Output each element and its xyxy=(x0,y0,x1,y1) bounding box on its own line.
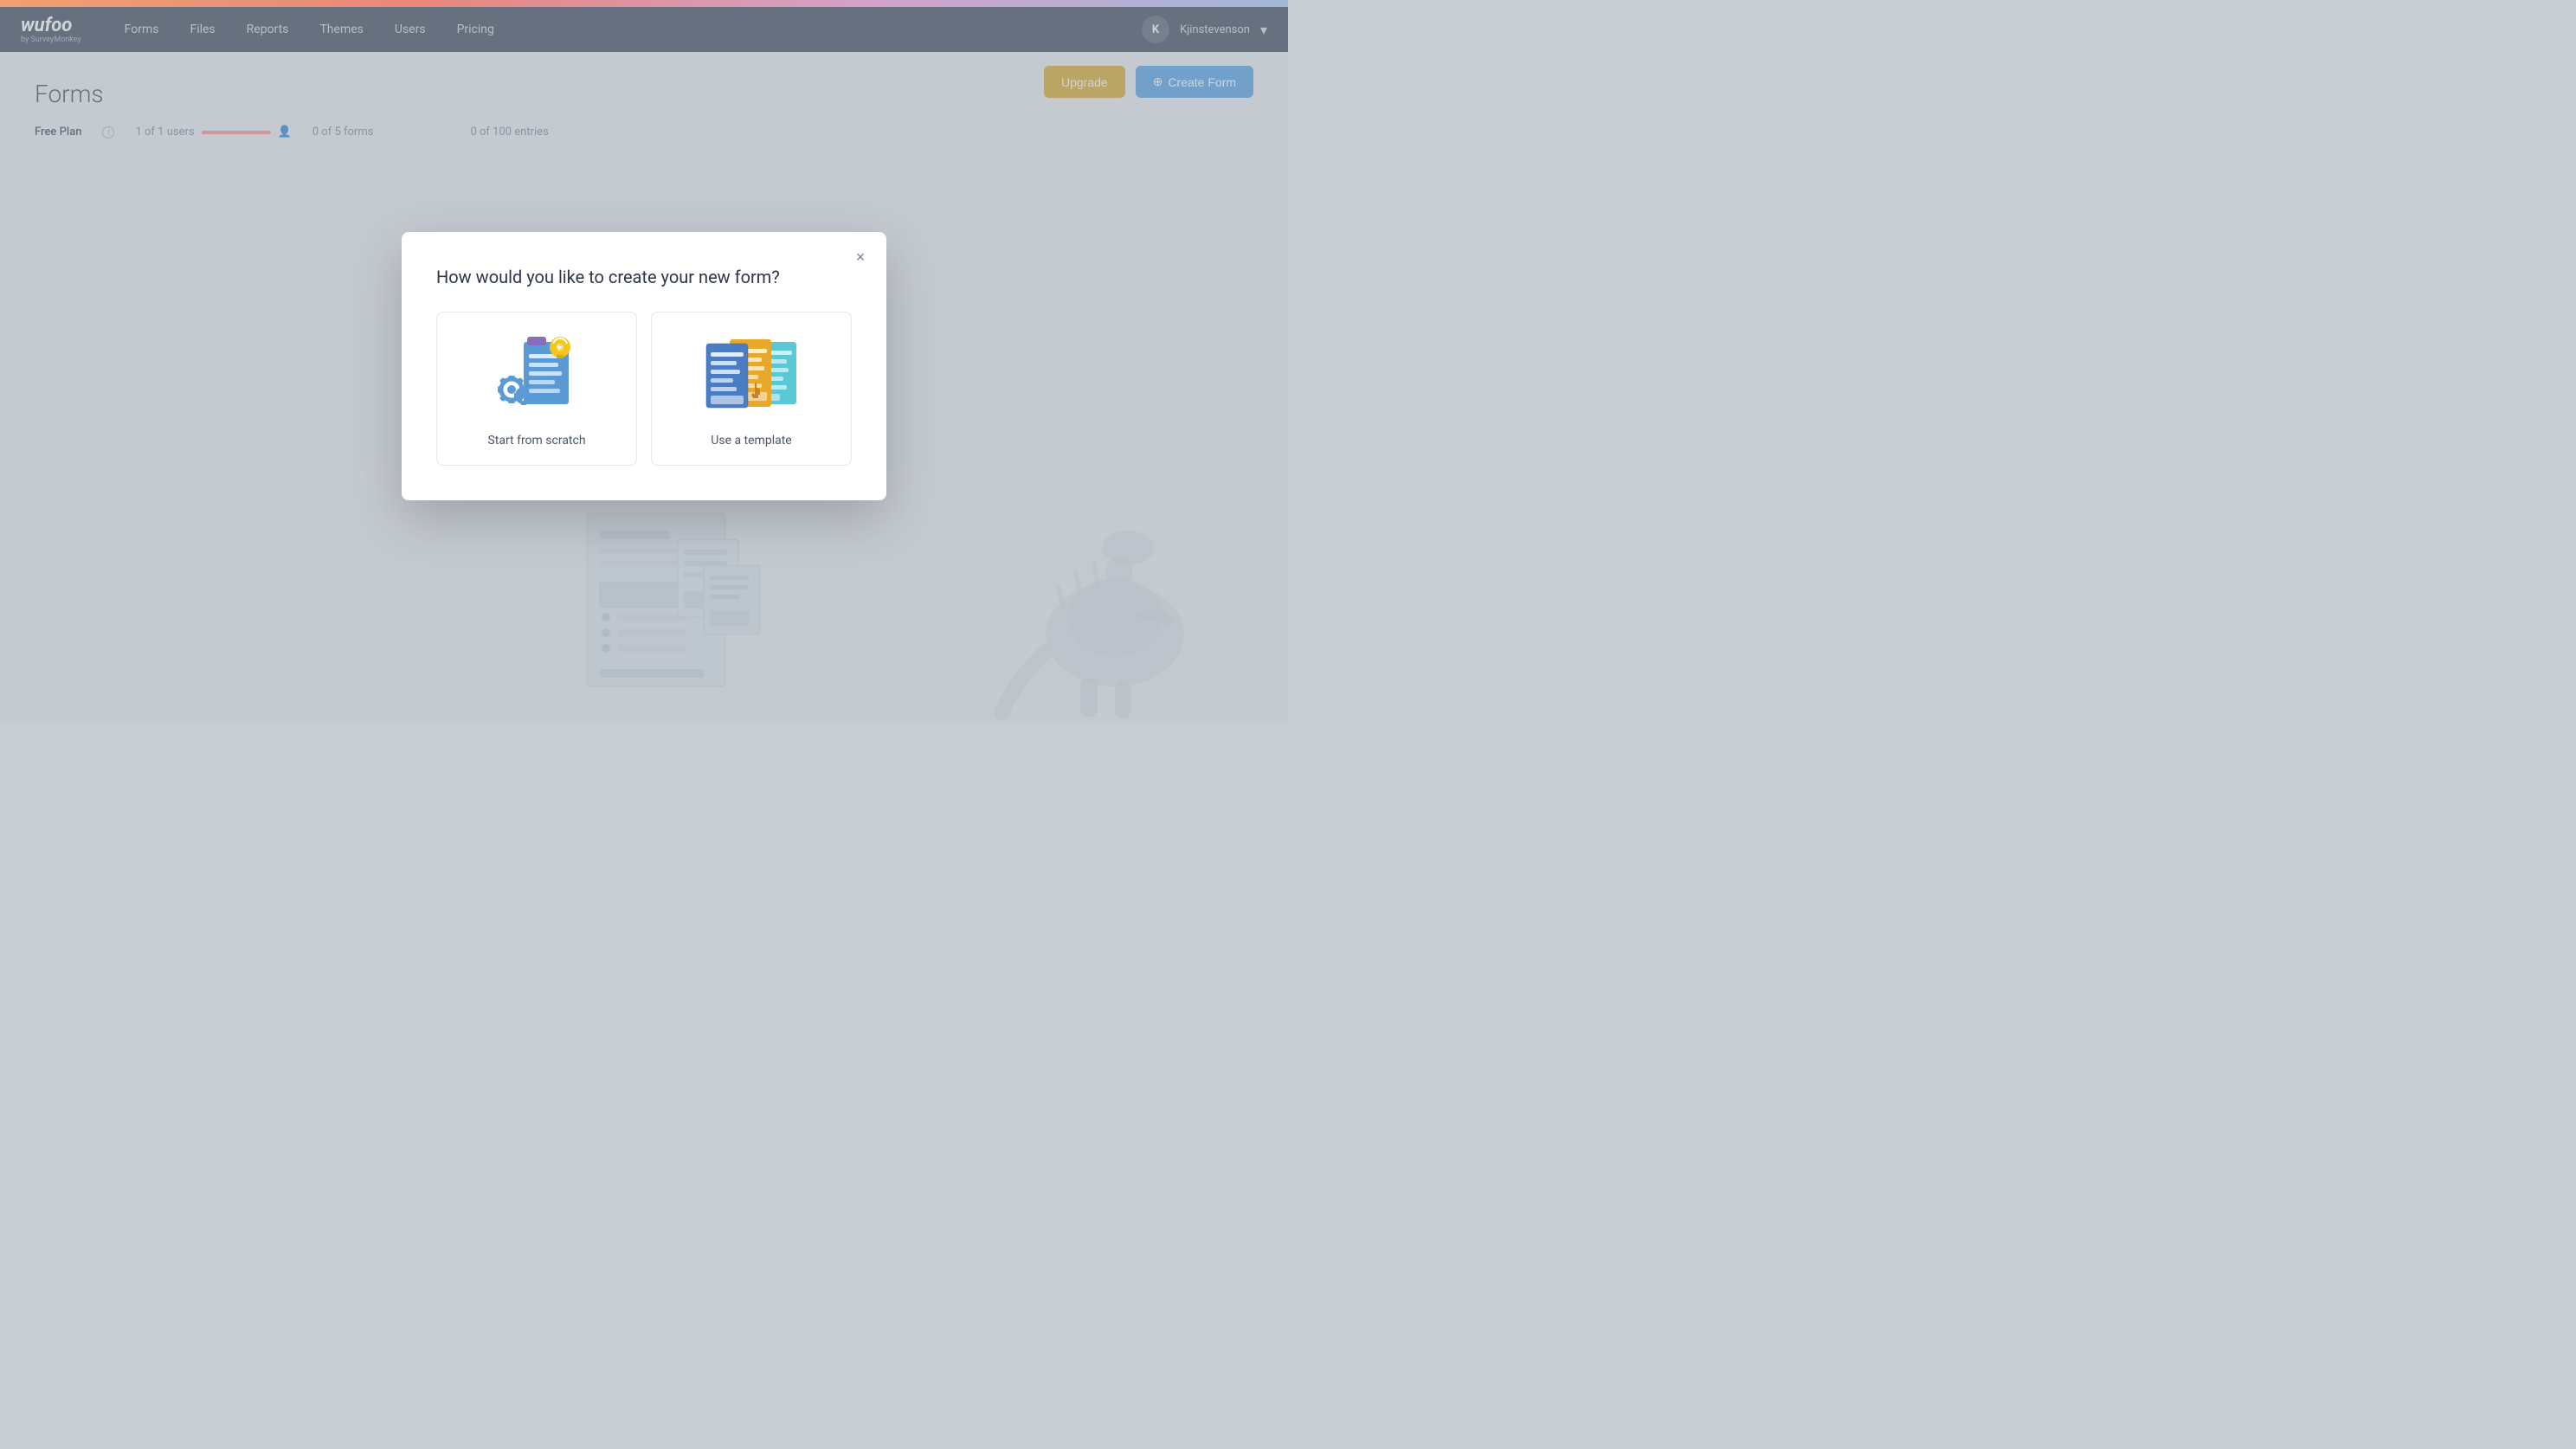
use-template-option[interactable]: Use a template xyxy=(651,312,852,466)
start-from-scratch-option[interactable]: Start from scratch xyxy=(436,312,637,466)
modal-close-button[interactable]: × xyxy=(848,246,873,270)
modal-title: How would you like to create your new fo… xyxy=(436,267,852,287)
top-gradient-bar xyxy=(0,0,1288,7)
modal-options: Start from scratch xyxy=(436,312,852,466)
app-container: wufoo by SurveyMonkey Forms Files Report… xyxy=(0,7,1288,724)
scratch-option-label: Start from scratch xyxy=(487,434,585,448)
template-illustration xyxy=(699,333,803,420)
create-form-modal: × How would you like to create your new … xyxy=(402,232,886,500)
modal-overlay[interactable]: × How would you like to create your new … xyxy=(0,7,1288,724)
template-option-label: Use a template xyxy=(711,434,791,448)
scratch-illustration xyxy=(485,333,589,420)
